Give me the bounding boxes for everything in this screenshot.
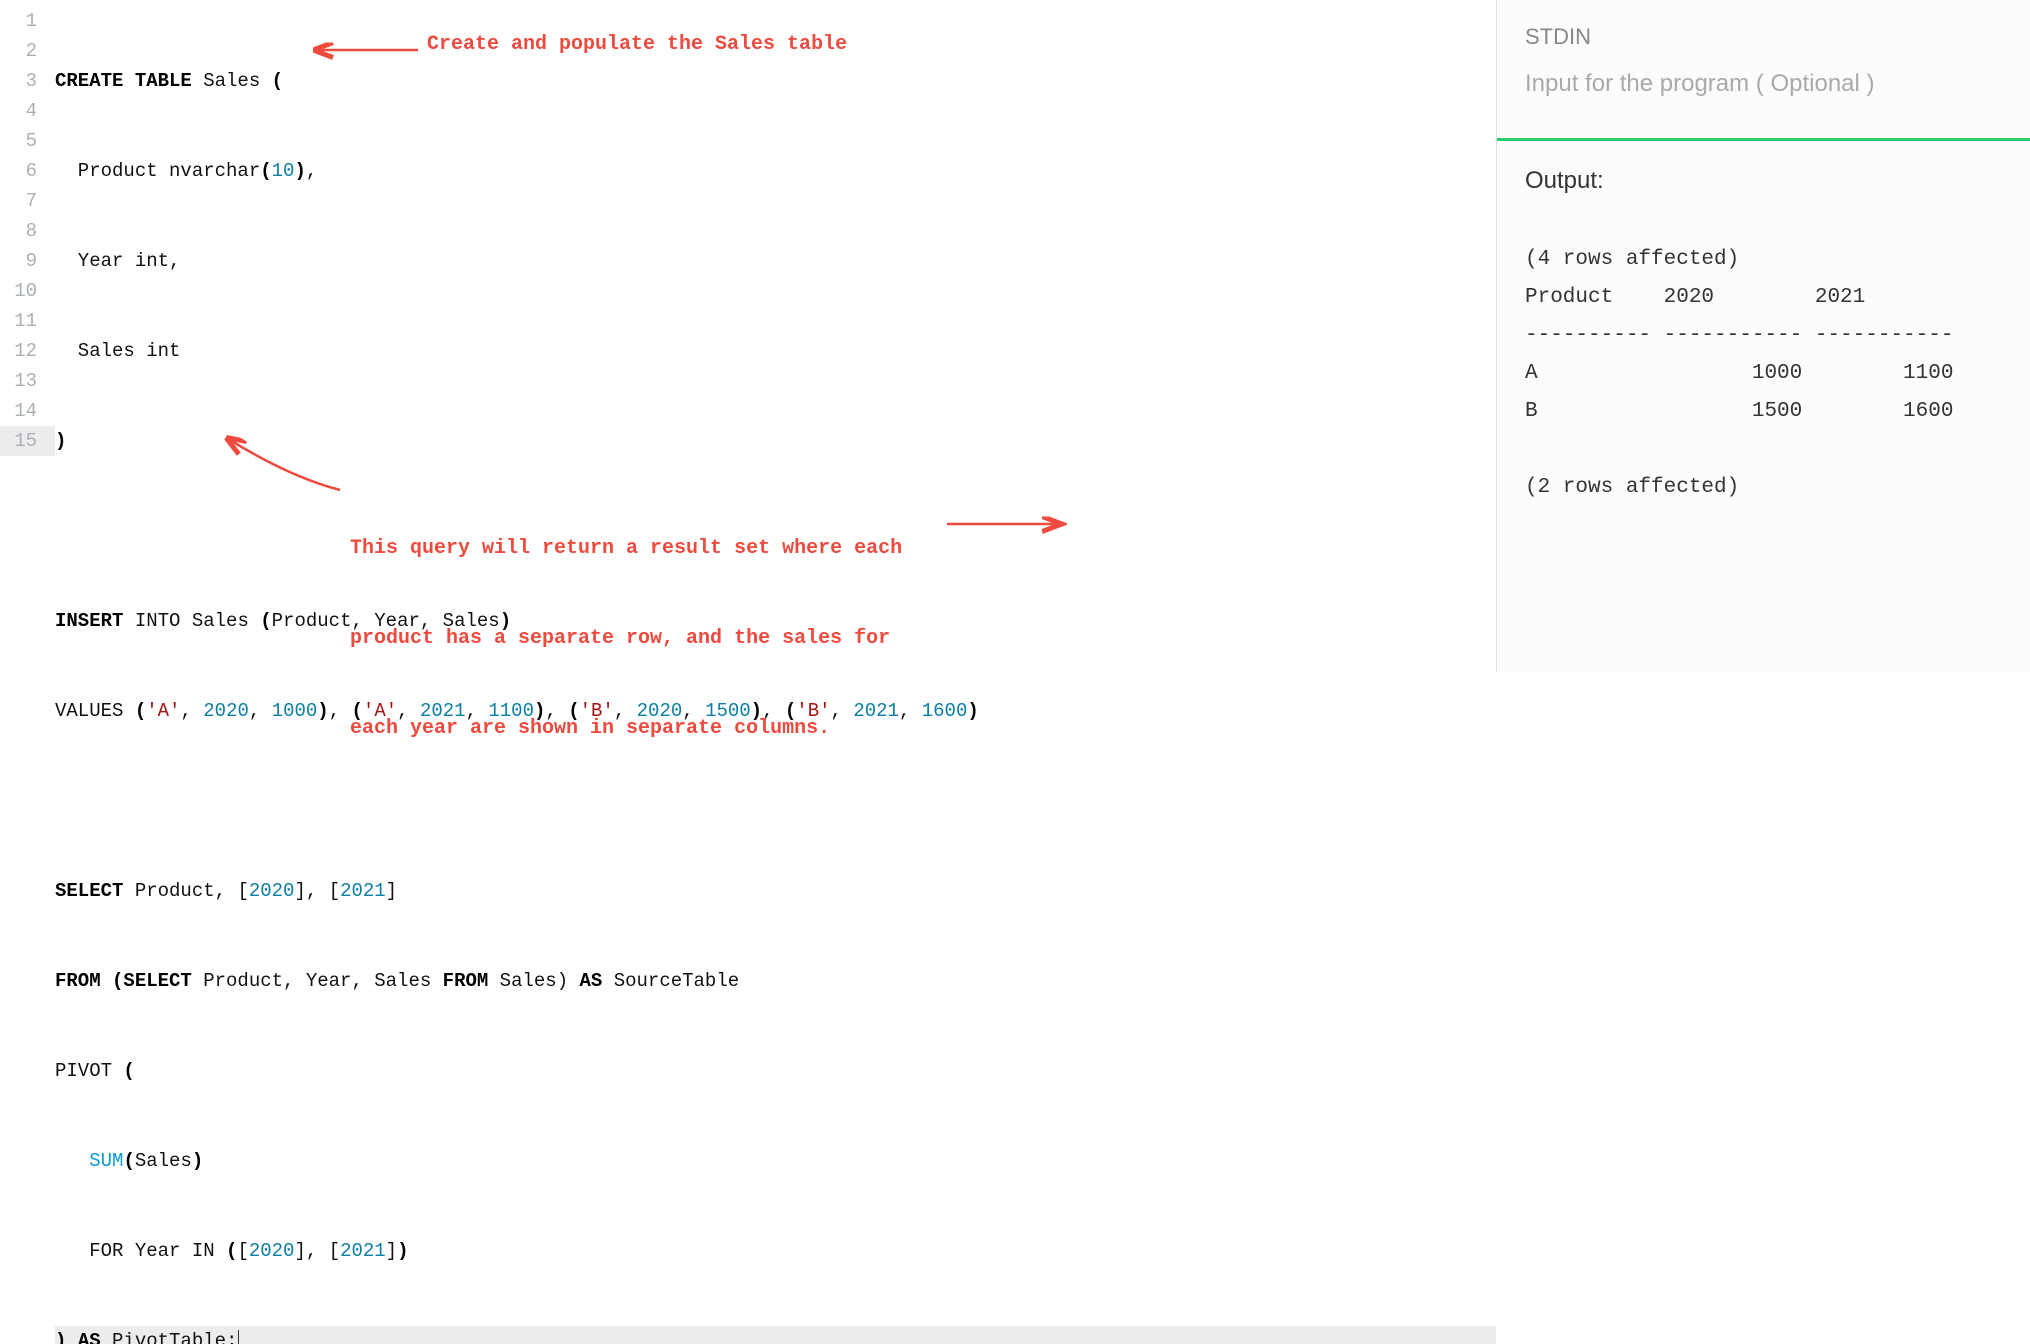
code-line-6	[55, 516, 1496, 546]
text-cursor	[238, 1330, 239, 1344]
line-number: 3	[0, 66, 37, 96]
line-number: 1	[0, 6, 37, 36]
line-number: 2	[0, 36, 37, 66]
line-number: 9	[0, 246, 37, 276]
line-number: 11	[0, 306, 37, 336]
line-number: 12	[0, 336, 37, 366]
line-number: 4	[0, 96, 37, 126]
code-line-12: PIVOT (	[55, 1056, 1496, 1086]
line-number-gutter: 1 2 3 4 5 6 7 8 9 10 11 12 13 14 15	[0, 0, 55, 672]
code-line-2: Product nvarchar(10),	[55, 156, 1496, 186]
line-number: 13	[0, 366, 37, 396]
line-number: 14	[0, 396, 37, 426]
annotation-arrow-icon	[308, 40, 423, 60]
code-line-4: Sales int	[55, 336, 1496, 366]
code-line-9	[55, 786, 1496, 816]
io-panel: STDIN Output: (4 rows affected) Product …	[1496, 0, 2030, 672]
code-line-10: SELECT Product, [2020], [2021]	[55, 876, 1496, 906]
code-line-11: FROM (SELECT Product, Year, Sales FROM S…	[55, 966, 1496, 996]
output-label: Output:	[1525, 167, 2002, 195]
line-number: 7	[0, 186, 37, 216]
code-line-8: VALUES ('A', 2020, 1000), ('A', 2021, 11…	[55, 696, 1496, 726]
panel-divider	[1497, 138, 2030, 141]
code-line-15: ) AS PivotTable;	[55, 1326, 1496, 1344]
editor-panel: 1 2 3 4 5 6 7 8 9 10 11 12 13 14 15 CREA…	[0, 0, 1496, 672]
code-line-13: SUM(Sales)	[55, 1146, 1496, 1176]
code-line-5: )	[55, 426, 1496, 456]
code-line-1: CREATE TABLE Sales (	[55, 66, 1496, 96]
line-number: 15	[0, 426, 55, 456]
code-line-7: INSERT INTO Sales (Product, Year, Sales)	[55, 606, 1496, 636]
code-line-3: Year int,	[55, 246, 1496, 276]
annotation-text: Create and populate the Sales table	[427, 30, 847, 60]
output-content: (4 rows affected) Product 2020 2021 ----…	[1525, 241, 2002, 507]
stdin-input[interactable]	[1525, 66, 2002, 138]
line-number: 6	[0, 156, 37, 186]
code-editor[interactable]: CREATE TABLE Sales ( Product nvarchar(10…	[55, 0, 1496, 672]
line-number: 8	[0, 216, 37, 246]
line-number: 10	[0, 276, 37, 306]
line-number: 5	[0, 126, 37, 156]
stdin-label: STDIN	[1525, 24, 2002, 50]
code-line-14: FOR Year IN ([2020], [2021])	[55, 1236, 1496, 1266]
